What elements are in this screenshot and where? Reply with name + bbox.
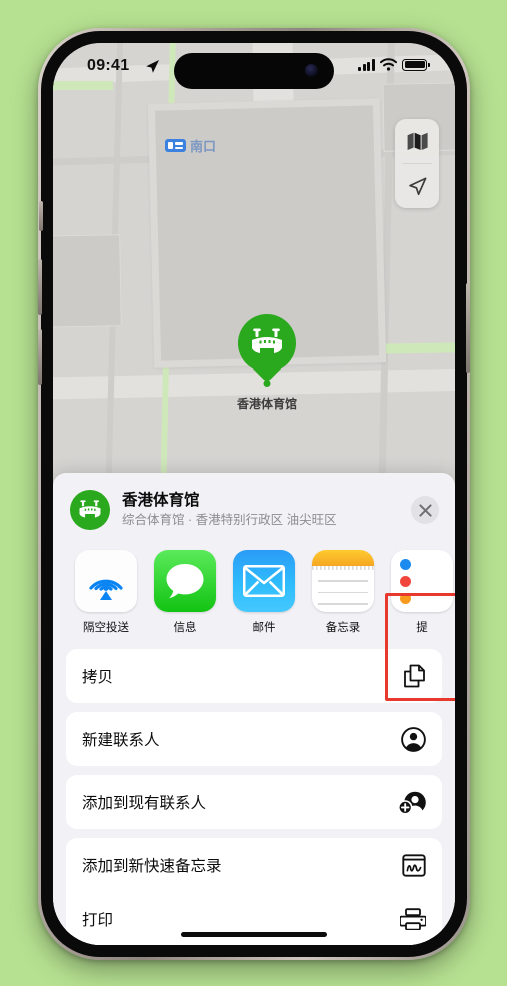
share-app-label: 信息 xyxy=(173,622,197,634)
action-row-copy[interactable]: 拷贝 xyxy=(66,649,442,703)
avatar xyxy=(70,490,110,530)
share-app-label: 备忘录 xyxy=(325,622,361,634)
notes-icon xyxy=(312,550,374,612)
quick-note-icon xyxy=(402,853,426,877)
action-row-print[interactable]: 打印 xyxy=(66,892,442,945)
page-title: 香港体育馆 xyxy=(122,492,200,510)
share-sheet: 香港体育馆 综合体育馆 · 香港特别行政区 油尖旺区 隔空投送 信息 邮件 备忘… xyxy=(53,473,455,945)
person-circle-icon xyxy=(401,726,426,752)
mail-icon xyxy=(233,550,295,612)
share-app-messages[interactable]: 信息 xyxy=(154,550,216,635)
share-action-list: 拷贝 新建联系人 添加到现有联系人 添加到新快速备忘录 打印 xyxy=(53,645,455,945)
action-label: 添加到新快速备忘录 xyxy=(82,858,222,875)
location-arrow-icon xyxy=(408,177,426,195)
reminders-icon xyxy=(391,550,453,612)
action-label: 打印 xyxy=(82,912,114,929)
share-app-reminders[interactable]: 提 xyxy=(391,550,453,635)
messages-icon xyxy=(154,550,216,612)
map-type-button[interactable] xyxy=(395,119,439,163)
locate-me-button[interactable] xyxy=(395,164,439,208)
airdrop-icon xyxy=(75,550,137,612)
map-pin[interactable] xyxy=(238,314,296,372)
transit-exit-marker[interactable]: 南口 xyxy=(165,136,216,155)
map-pin-group[interactable]: 香港体育馆 xyxy=(234,314,300,412)
map-controls xyxy=(395,119,439,208)
page-subtitle: 综合体育馆 · 香港特别行政区 油尖旺区 xyxy=(122,512,337,527)
volume-up-button[interactable] xyxy=(38,259,42,315)
power-button[interactable] xyxy=(466,283,470,373)
person-add-icon xyxy=(398,790,426,815)
share-app-label: 邮件 xyxy=(252,622,276,634)
action-group: 新建联系人 xyxy=(66,712,442,766)
phone-body: 南口 香港体育馆 09:41 香港体育馆 综合体育馆 · 香港特别行政区 油尖旺… xyxy=(38,31,470,957)
stadium-icon xyxy=(79,499,101,517)
close-button[interactable] xyxy=(411,496,439,524)
dynamic-island xyxy=(174,53,334,89)
copy-icon xyxy=(403,664,426,688)
close-icon xyxy=(418,503,432,517)
volume-down-button[interactable] xyxy=(38,329,42,385)
phone-frame: 南口 香港体育馆 09:41 香港体育馆 综合体育馆 · 香港特别行政区 油尖旺… xyxy=(38,28,470,960)
share-app-label: 隔空投送 xyxy=(83,622,129,634)
share-app-mail[interactable]: 邮件 xyxy=(233,550,295,635)
printer-icon xyxy=(400,908,426,930)
home-indicator[interactable] xyxy=(181,932,327,937)
status-bar: 09:41 xyxy=(53,43,455,95)
share-sheet-titles: 香港体育馆 综合体育馆 · 香港特别行政区 油尖旺区 xyxy=(122,491,411,528)
action-group: 添加到新快速备忘录 打印 xyxy=(66,838,442,945)
battery-full-icon xyxy=(402,58,430,71)
status-time: 09:41 xyxy=(87,57,130,74)
status-indicators xyxy=(358,58,430,71)
share-app-row[interactable]: 隔空投送 信息 邮件 备忘录 提 xyxy=(53,542,455,645)
action-row-add-quick-note[interactable]: 添加到新快速备忘录 xyxy=(66,838,442,892)
transit-exit-icon xyxy=(165,139,186,152)
share-app-label: 提 xyxy=(416,622,428,634)
action-label: 拷贝 xyxy=(82,669,114,686)
action-label: 添加到现有联系人 xyxy=(82,795,207,812)
share-app-notes[interactable]: 备忘录 xyxy=(312,550,374,635)
silent-switch[interactable] xyxy=(39,201,43,231)
map-pin-label: 香港体育馆 xyxy=(236,397,297,411)
phone-screen: 南口 香港体育馆 09:41 香港体育馆 综合体育馆 · 香港特别行政区 油尖旺… xyxy=(53,43,455,945)
action-group: 拷贝 xyxy=(66,649,442,703)
folded-map-icon xyxy=(407,132,428,150)
share-app-airdrop[interactable]: 隔空投送 xyxy=(75,550,137,635)
front-camera-icon xyxy=(305,64,318,77)
stadium-icon xyxy=(252,328,282,353)
action-label: 新建联系人 xyxy=(82,732,160,749)
action-group: 添加到现有联系人 xyxy=(66,775,442,829)
action-row-new-contact[interactable]: 新建联系人 xyxy=(66,712,442,766)
location-arrow-icon xyxy=(145,59,160,79)
action-row-add-existing-contact[interactable]: 添加到现有联系人 xyxy=(66,775,442,829)
cellular-signal-icon xyxy=(358,59,375,71)
map-pin-anchor-dot xyxy=(263,380,271,387)
transit-exit-label: 南口 xyxy=(190,139,217,154)
wifi-icon xyxy=(380,58,397,71)
share-sheet-header: 香港体育馆 综合体育馆 · 香港特别行政区 油尖旺区 xyxy=(53,473,455,542)
